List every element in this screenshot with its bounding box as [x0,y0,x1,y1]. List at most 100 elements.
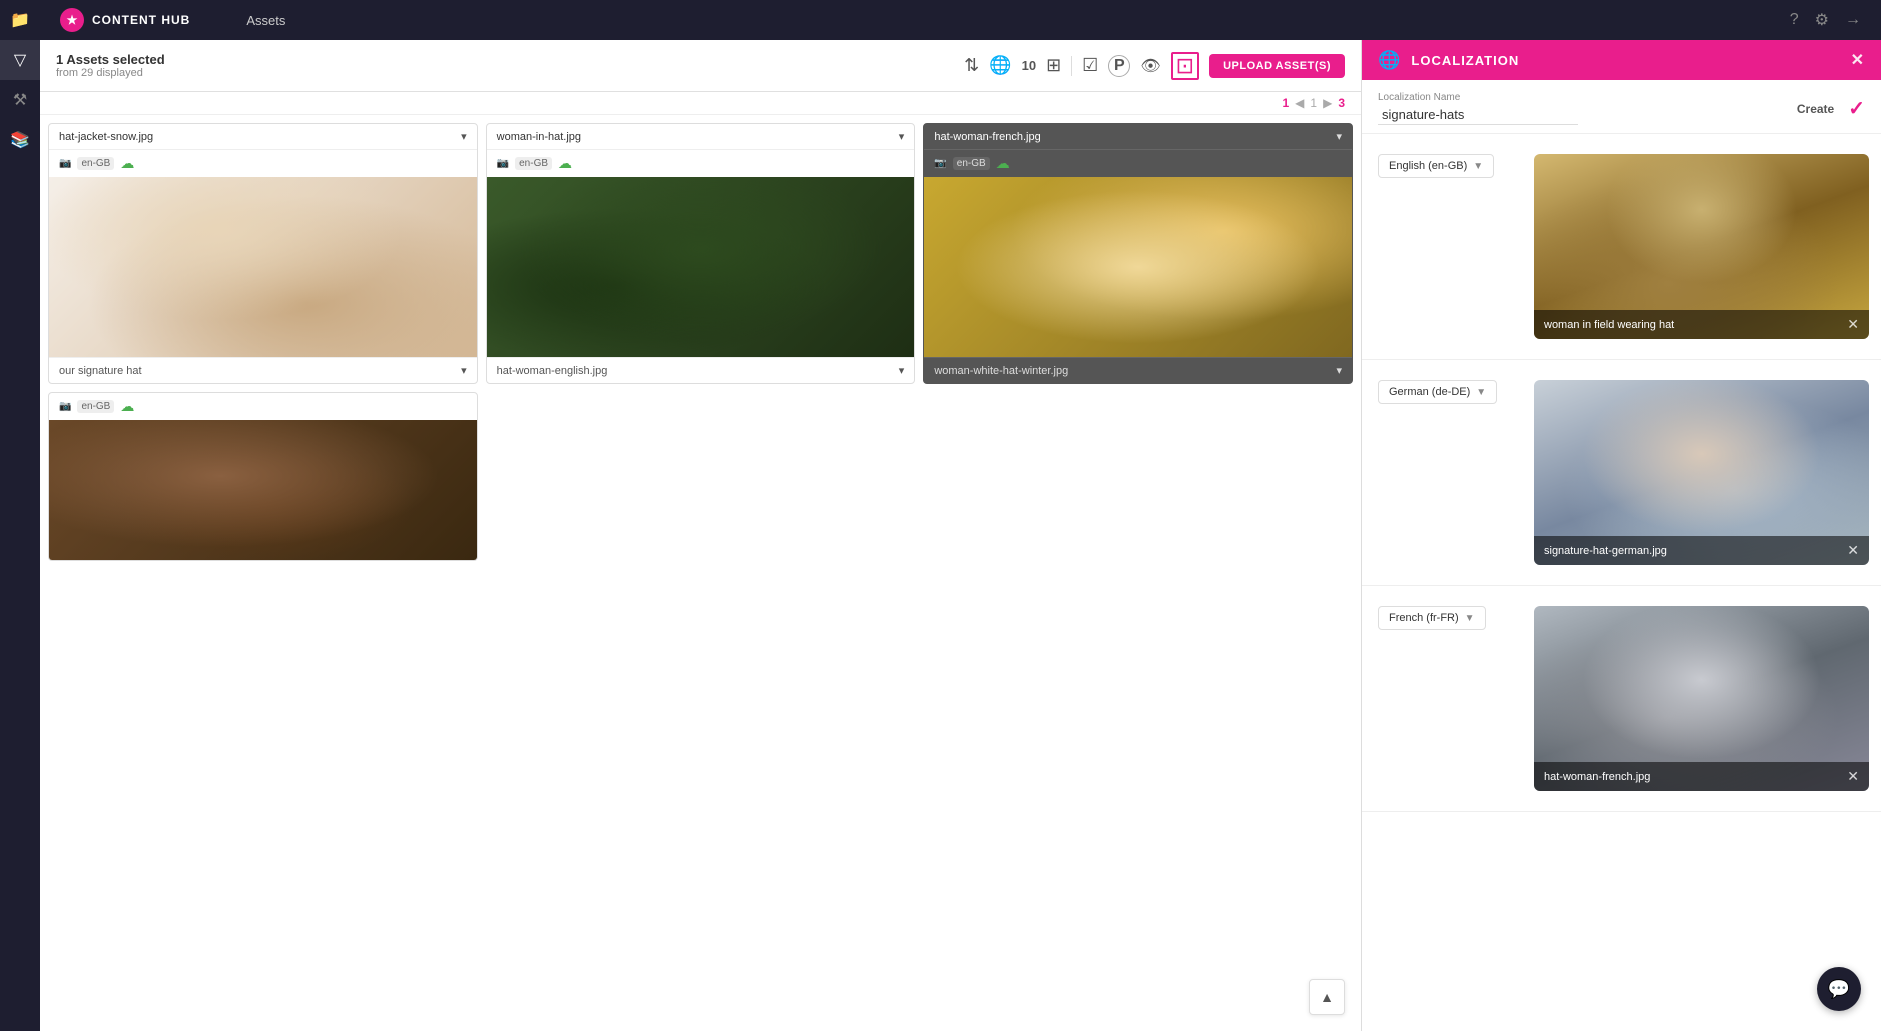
brand-name: CONTENT HUB [92,13,190,27]
thumbnail-image [924,177,1352,357]
asset-dropdown-icon[interactable]: ▾ [899,130,905,143]
asset-meta-row: 📷 en-GB ☁ [487,150,915,177]
count-badge: 10 [1022,58,1036,73]
lang-selector-en: English (en-GB) ▼ [1362,146,1522,186]
p-icon[interactable]: P [1108,55,1130,77]
locale-badge: en-GB [515,157,552,170]
lang-dropdown-de[interactable]: German (de-DE) ▼ [1378,380,1497,404]
pagination-bar: 1 ◀ 1 ▶ 3 [40,92,1361,115]
asset-title: our signature hat [59,365,142,377]
loc-image-close-en[interactable]: ✕ [1847,316,1859,333]
assets-toolbar: 1 Assets selected from 29 displayed ⇅ 🌐 … [40,40,1361,92]
loc-language-section-en: English (en-GB) ▼ woman in field wearing… [1362,134,1881,360]
asset-name-bar: hat-jacket-snow.jpg ▾ [49,124,477,150]
asset-card-selected[interactable]: hat-woman-french.jpg ▾ 📷 en-GB ☁ wom [923,123,1353,384]
asset-meta-row: 📷 en-GB ☁ [924,150,1352,177]
lang-dropdown-fr[interactable]: French (fr-FR) ▼ [1378,606,1486,630]
globe-icon[interactable]: 🌐 [989,55,1011,76]
check-select-icon[interactable]: ☑ [1082,55,1098,76]
asset-thumbnail [487,177,915,357]
help-icon[interactable]: ? [1790,11,1799,29]
page-current: 1 [1282,96,1289,110]
lang-dropdown-en[interactable]: English (en-GB) ▼ [1378,154,1494,178]
loc-image-close-fr[interactable]: ✕ [1847,768,1859,785]
sidebar: 📁 ▽ ⚒ 📚 [0,0,40,1031]
footer-dropdown-icon[interactable]: ▾ [899,364,905,377]
brand: ★ CONTENT HUB [60,8,190,32]
selected-count: 1 Assets selected [56,52,954,67]
topbar: ★ CONTENT HUB Assets ? ⚙ → [40,0,1881,40]
cloud-icon: ☁ [996,155,1010,172]
logout-icon[interactable]: → [1845,11,1861,29]
assets-grid: hat-jacket-snow.jpg ▾ 📷 en-GB ☁ our [40,115,1361,1031]
loc-image-card-de: signature-hat-german.jpg ✕ [1534,380,1869,565]
loc-globe-icon: 🌐 [1378,50,1401,71]
loc-image-label-de: signature-hat-german.jpg ✕ [1534,536,1869,565]
asset-thumbnail [49,420,477,560]
loc-content: English (en-GB) ▼ woman in field wearing… [1362,134,1881,1031]
brand-logo-symbol: ★ [67,13,78,27]
lang-selector-de: German (de-DE) ▼ [1362,372,1522,412]
loc-image-filename-de: signature-hat-german.jpg [1544,545,1667,557]
eye-icon[interactable]: 👁 [1140,56,1160,76]
page-separator: 1 [1310,96,1317,110]
thumbnail-image [487,177,915,357]
asset-footer: our signature hat ▾ [49,357,477,383]
footer-dropdown-icon[interactable]: ▾ [1336,364,1342,377]
asset-footer: hat-woman-english.jpg ▾ [487,357,915,383]
asset-name-bar: woman-in-hat.jpg ▾ [487,124,915,150]
loc-name-label: Localization Name [1378,92,1787,103]
prev-page-button[interactable]: ◀ [1295,96,1304,110]
loc-image-close-de[interactable]: ✕ [1847,542,1859,559]
loc-name-input[interactable] [1378,105,1578,125]
footer-dropdown-icon[interactable]: ▾ [461,364,467,377]
upload-button[interactable]: UPLOAD ASSET(S) [1209,54,1345,78]
topbar-title: Assets [246,13,1773,28]
lang-label-de: German (de-DE) [1389,386,1470,398]
from-displayed: from 29 displayed [56,67,954,79]
sort-icon[interactable]: ⇅ [964,55,979,76]
sidebar-item-tools[interactable]: ⚒ [0,80,40,120]
camera-icon: 📷 [497,158,509,169]
cloud-icon: ☁ [120,398,134,415]
assets-panel: 1 Assets selected from 29 displayed ⇅ 🌐 … [40,40,1361,1031]
camera-icon: 📷 [59,401,71,412]
asset-title: hat-woman-english.jpg [497,365,608,377]
create-button[interactable]: Create [1797,102,1834,116]
select-all-icon[interactable]: ⊡ [1171,52,1199,80]
lang-dropdown-arrow-de: ▼ [1476,387,1486,398]
thumbnail-image [49,420,477,560]
asset-card[interactable]: hat-jacket-snow.jpg ▾ 📷 en-GB ☁ our [48,123,478,384]
asset-filename: hat-woman-french.jpg [934,131,1040,143]
camera-icon: 📷 [59,158,71,169]
lang-image-area-fr: hat-woman-french.jpg ✕ [1522,598,1881,799]
lang-selector-fr: French (fr-FR) ▼ [1362,598,1522,638]
asset-card[interactable]: woman-in-hat.jpg ▾ 📷 en-GB ☁ hat-wom [486,123,916,384]
asset-dropdown-icon[interactable]: ▾ [461,130,467,143]
lang-image-area-de: signature-hat-german.jpg ✕ [1522,372,1881,573]
asset-meta-row: 📷 en-GB ☁ [49,150,477,177]
loc-image-filename-fr: hat-woman-french.jpg [1544,771,1650,783]
page-total: 3 [1338,96,1345,110]
loc-close-icon[interactable]: ✕ [1851,50,1865,70]
sidebar-item-filter[interactable]: ▽ [0,40,40,80]
sidebar-item-library[interactable]: 📚 [0,120,40,160]
grid-view-icon[interactable]: ⊞ [1046,55,1061,76]
locale-badge: en-GB [953,157,990,170]
loc-image-label-en: woman in field wearing hat ✕ [1534,310,1869,339]
sidebar-item-files[interactable]: 📁 [0,0,40,40]
loc-language-section-fr: French (fr-FR) ▼ hat-woman-french.jpg ✕ [1362,586,1881,812]
loc-image-card-fr: hat-woman-french.jpg ✕ [1534,606,1869,791]
next-page-button[interactable]: ▶ [1323,96,1332,110]
settings-icon[interactable]: ⚙ [1815,10,1829,30]
chat-bubble[interactable]: 💬 [1817,967,1861,1011]
create-check-icon[interactable]: ✓ [1848,96,1865,121]
scroll-top-button[interactable]: ▲ [1309,979,1345,1015]
asset-dropdown-icon[interactable]: ▾ [1336,130,1342,143]
asset-card[interactable]: 📷 en-GB ☁ [48,392,478,561]
lang-dropdown-arrow-fr: ▼ [1465,613,1475,624]
localization-panel: 🌐 LOCALIZATION ✕ Localization Name Creat… [1361,40,1881,1031]
lang-label-fr: French (fr-FR) [1389,612,1459,624]
loc-language-section-de: German (de-DE) ▼ signature-hat-german.jp… [1362,360,1881,586]
cloud-icon: ☁ [558,155,572,172]
